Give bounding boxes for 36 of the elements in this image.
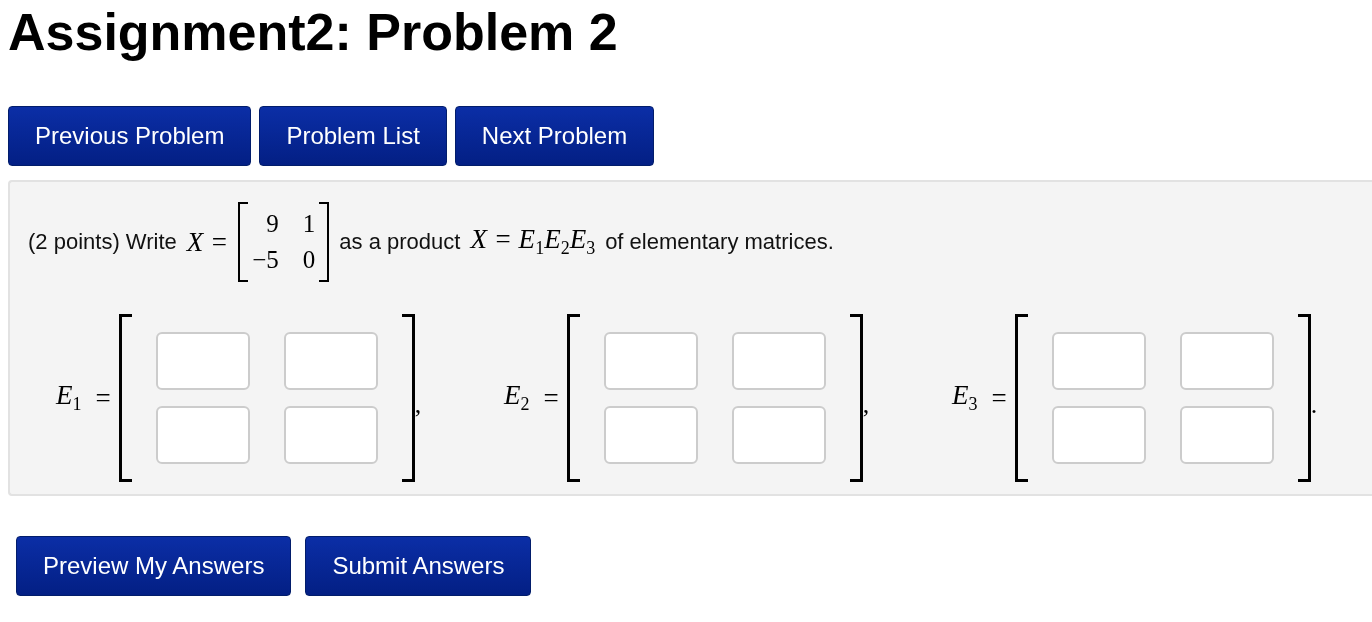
math-expression: X = E$_{1}$E$_{2}$E$_{3}$: [470, 224, 596, 260]
answer-field[interactable]: [603, 332, 698, 390]
answer-field[interactable]: [731, 332, 826, 390]
answer-field[interactable]: [1051, 406, 1146, 464]
equals-sign: =: [543, 382, 559, 414]
submit-button[interactable]: Preview My Answers: [16, 536, 292, 596]
matrix-label: E$_{3}$: [952, 380, 978, 416]
answer-field[interactable]: [1051, 332, 1146, 390]
nav-button[interactable]: Problem List: [259, 106, 447, 166]
page-title: Assignment2: Problem 2: [8, 2, 619, 62]
matrix-entry: 9: [265, 209, 279, 239]
punctuation: ,: [862, 390, 870, 420]
answer-field[interactable]: [731, 406, 826, 464]
matrix-entry: −5: [252, 245, 279, 275]
math-expression: X =: [186, 226, 229, 258]
matrix-label: E$_{1}$: [56, 380, 82, 416]
answer-field[interactable]: [603, 406, 698, 464]
submit-button[interactable]: Submit Answers: [305, 536, 532, 596]
nav-button[interactable]: Previous Problem: [8, 106, 252, 166]
punctuation: .: [1310, 390, 1318, 420]
answer-field[interactable]: [1179, 332, 1274, 390]
answer-field[interactable]: [283, 332, 378, 390]
problem-text: (2 points) Write: [28, 229, 177, 255]
matrix-entry: 1: [302, 209, 316, 239]
punctuation: ,: [414, 390, 422, 420]
equals-sign: =: [95, 382, 111, 414]
answer-field[interactable]: [283, 406, 378, 464]
answer-field[interactable]: [1179, 406, 1274, 464]
problem-text: of elementary matrices.: [605, 229, 834, 255]
matrix-label: E$_{2}$: [504, 380, 530, 416]
equals-sign: =: [991, 382, 1007, 414]
answer-field[interactable]: [155, 332, 250, 390]
answer-field[interactable]: [155, 406, 250, 464]
matrix-entry: 0: [302, 245, 316, 275]
nav-button[interactable]: Next Problem: [454, 106, 655, 166]
problem-text: as a product: [339, 229, 461, 255]
